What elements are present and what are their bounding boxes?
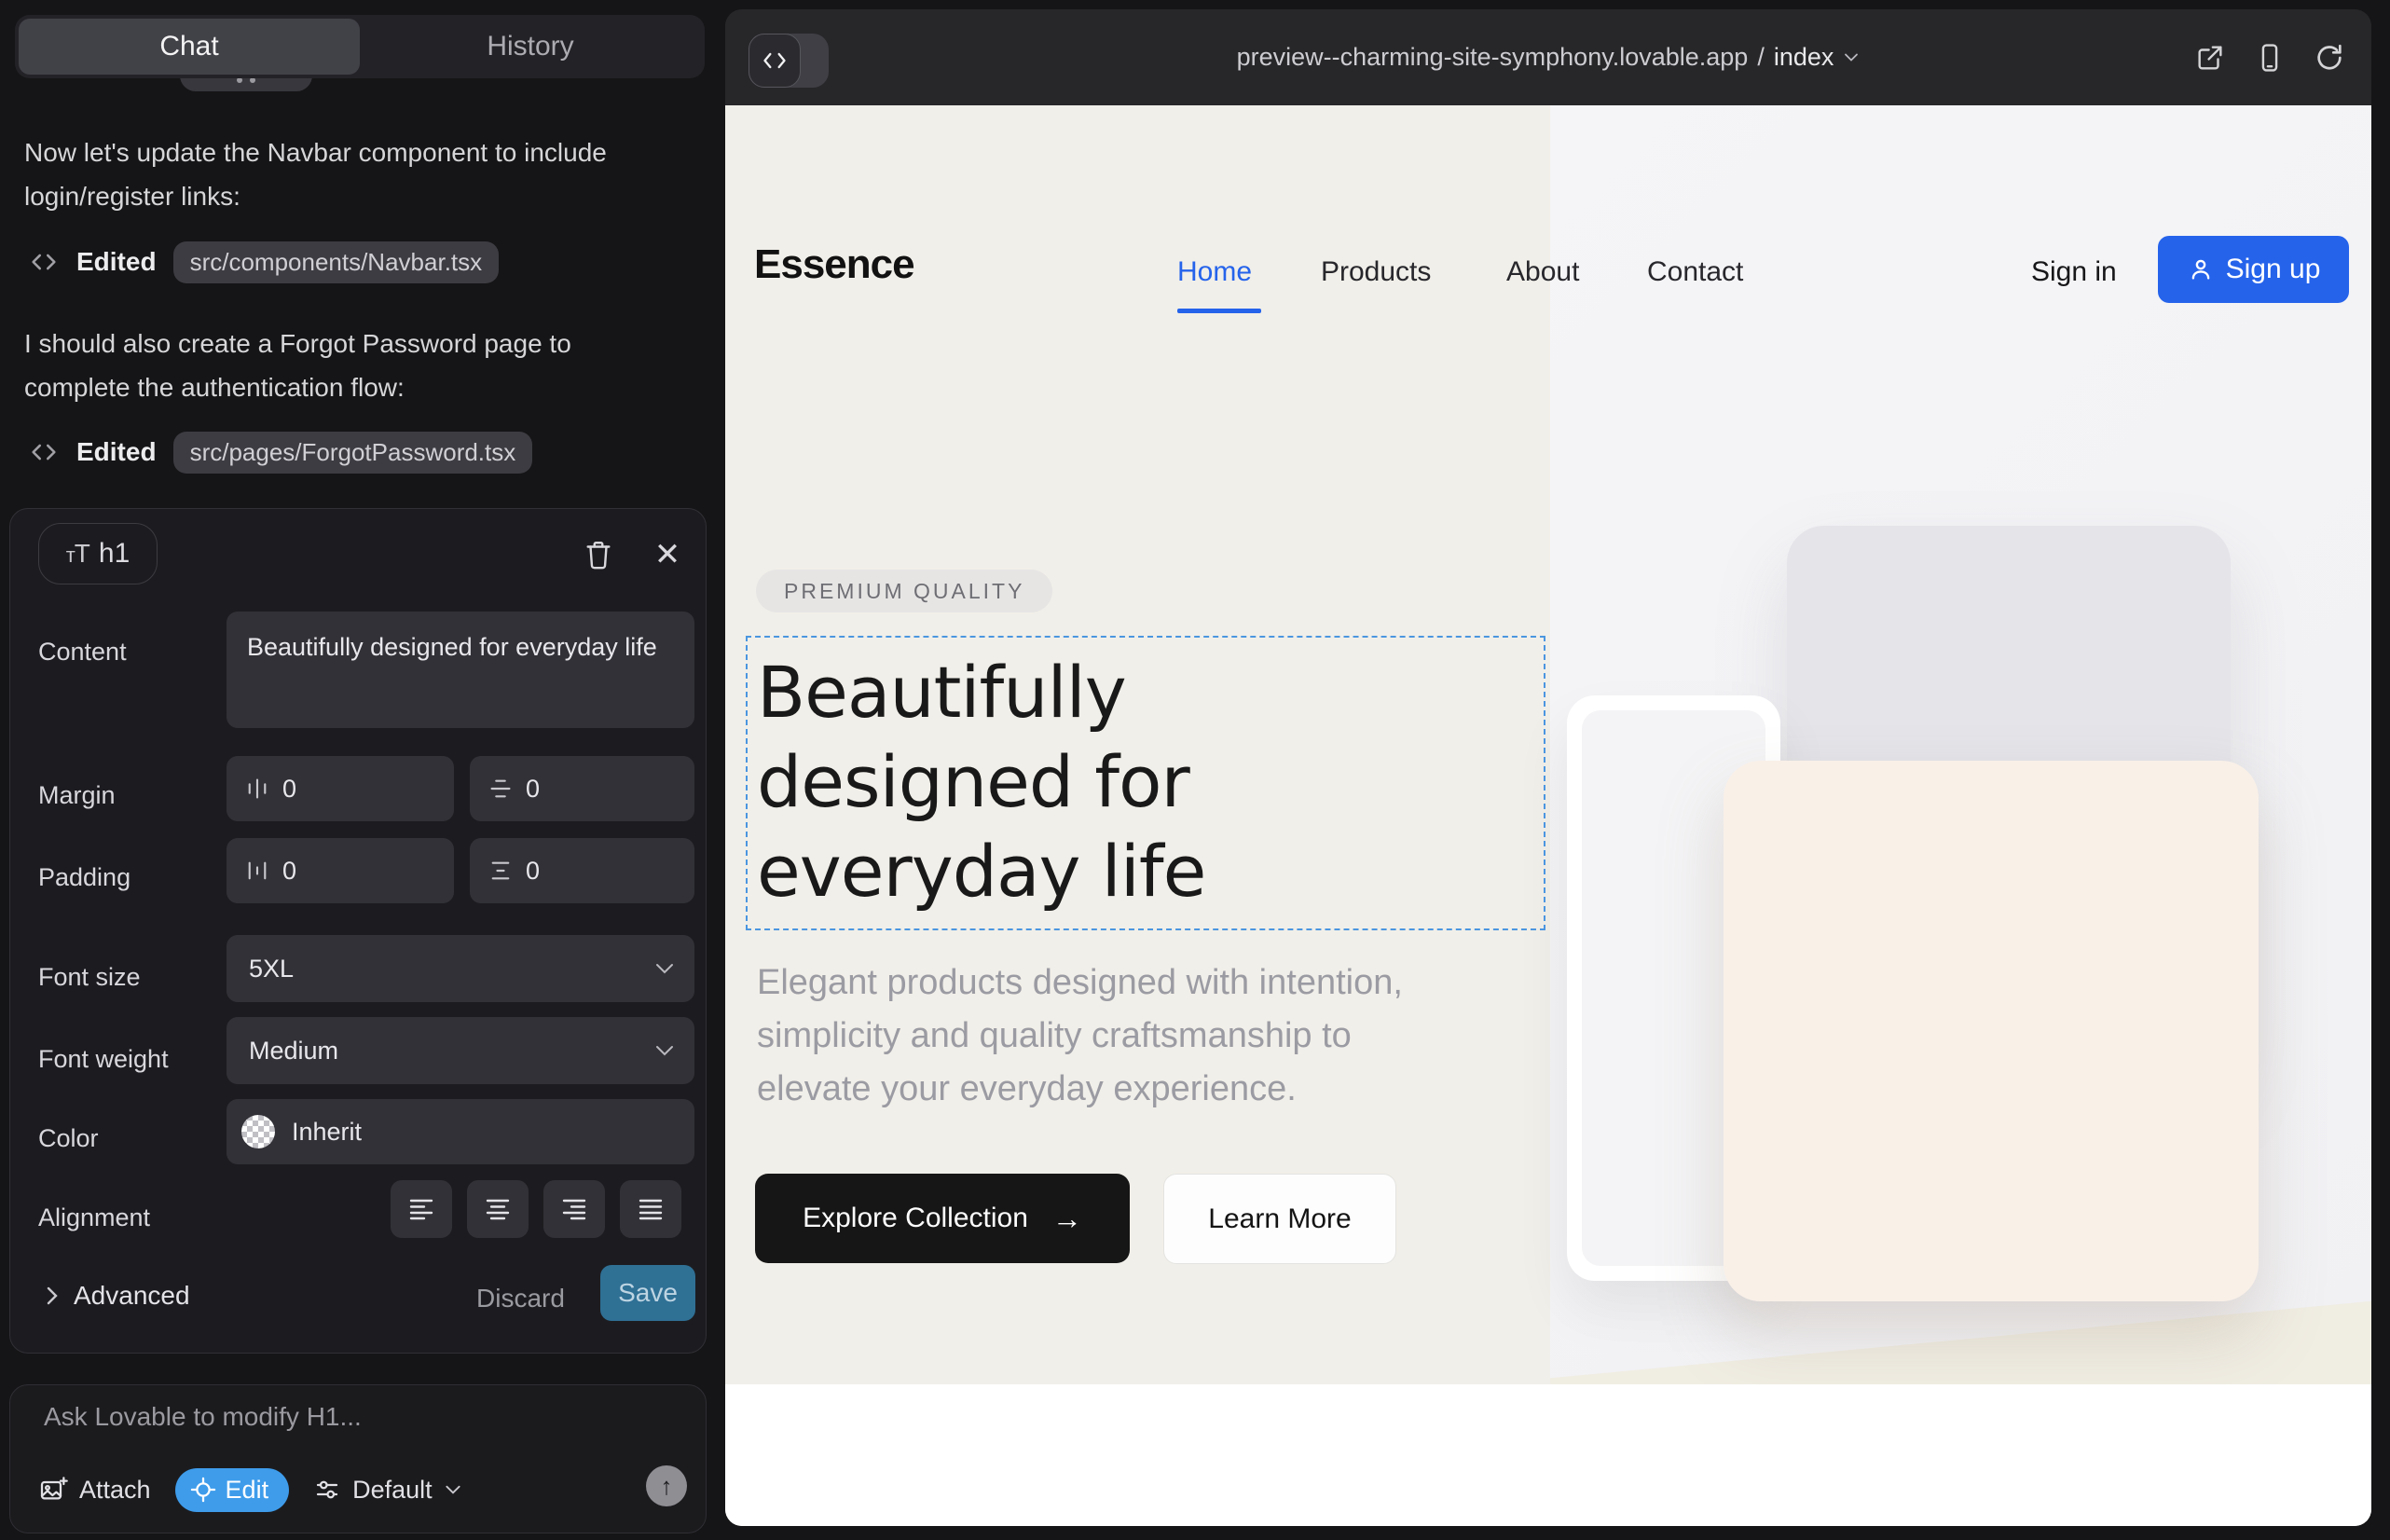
- crosshair-icon: [190, 1477, 216, 1503]
- edited-label: Edited: [76, 437, 157, 467]
- element-tag-badge: тT h1: [38, 523, 158, 584]
- edited-file-row: Edited src/pages/ForgotPassword.tsx: [28, 431, 532, 474]
- composer-input[interactable]: [44, 1402, 659, 1449]
- send-button[interactable]: ↑: [646, 1465, 687, 1506]
- active-nav-underline: [1177, 309, 1261, 313]
- edited-file-row: Edited src/components/Navbar.tsx: [28, 241, 499, 283]
- mobile-view-button[interactable]: [2254, 42, 2286, 74]
- refresh-button[interactable]: [2314, 42, 2345, 74]
- site-brand[interactable]: Essence: [754, 241, 914, 288]
- discard-button[interactable]: Discard: [476, 1284, 565, 1313]
- chevron-down-icon: [444, 1484, 462, 1495]
- margin-x-input[interactable]: 0: [227, 756, 454, 821]
- nav-link-products[interactable]: Products: [1321, 256, 1431, 288]
- content-input[interactable]: Beautifully designed for everyday life: [227, 612, 694, 728]
- assistant-message: Now let's update the Navbar component to…: [24, 131, 667, 218]
- align-left-button[interactable]: [391, 1180, 452, 1238]
- align-center-button[interactable]: [467, 1180, 529, 1238]
- sign-up-button[interactable]: Sign up: [2158, 236, 2349, 303]
- chevron-down-icon: [653, 1044, 676, 1057]
- edited-file-chip[interactable]: src/components/Navbar.tsx: [173, 241, 500, 283]
- explore-collection-button[interactable]: Explore Collection →: [755, 1174, 1130, 1263]
- delete-element-button[interactable]: [577, 533, 620, 576]
- padding-x-input[interactable]: 0: [227, 838, 454, 903]
- element-tag: h1: [99, 538, 130, 570]
- chat-panel: Chat History Now let's update the Navbar…: [0, 0, 725, 1540]
- margin-y-input[interactable]: 0: [470, 756, 694, 821]
- chevron-down-icon: [653, 962, 676, 975]
- align-justify-button[interactable]: [620, 1180, 681, 1238]
- preview-topbar: preview--charming-site-symphony.lovable.…: [725, 9, 2371, 105]
- lovable-app: Chat History Now let's update the Navbar…: [0, 0, 2390, 1540]
- color-label: Color: [38, 1124, 99, 1153]
- alignment-label: Alignment: [38, 1203, 150, 1232]
- align-right-button[interactable]: [543, 1180, 605, 1238]
- open-external-button[interactable]: [2194, 42, 2226, 74]
- margin-label: Margin: [38, 781, 116, 810]
- premium-quality-badge: PREMIUM QUALITY: [756, 570, 1052, 612]
- font-size-select[interactable]: 5XL: [227, 935, 694, 1002]
- sliders-icon: [313, 1476, 341, 1504]
- sign-in-link[interactable]: Sign in: [2031, 256, 2117, 288]
- nav-link-home[interactable]: Home: [1177, 256, 1252, 288]
- save-button[interactable]: Save: [600, 1265, 695, 1321]
- site-canvas: Essence Home Products About Contact Sign…: [725, 105, 2371, 1526]
- margin-vertical-icon: [488, 777, 513, 801]
- padding-label: Padding: [38, 863, 130, 892]
- learn-more-button[interactable]: Learn More: [1163, 1174, 1396, 1264]
- tab-history[interactable]: History: [360, 19, 701, 75]
- hero-paragraph: Elegant products designed with intention…: [757, 956, 1403, 1116]
- chevron-down-icon: [1843, 52, 1860, 62]
- element-editor-panel: тT h1 ✕ Content Beautifully designed for…: [9, 508, 707, 1354]
- font-size-label: Font size: [38, 963, 141, 992]
- chevron-right-icon: [44, 1284, 61, 1308]
- chat-history-tabs: Chat History: [15, 15, 705, 78]
- close-panel-button[interactable]: ✕: [646, 533, 689, 576]
- arrow-right-icon: →: [1052, 1202, 1082, 1236]
- preview-window: preview--charming-site-symphony.lovable.…: [725, 9, 2371, 1526]
- font-weight-label: Font weight: [38, 1045, 169, 1074]
- code-icon: [28, 246, 60, 278]
- assistant-message: I should also create a Forgot Password p…: [24, 322, 667, 409]
- edited-file-chip[interactable]: src/pages/ForgotPassword.tsx: [173, 432, 533, 474]
- next-section-background: [725, 1384, 2371, 1526]
- edit-mode-button[interactable]: Edit: [175, 1468, 290, 1512]
- padding-vertical-icon: [488, 859, 513, 883]
- color-swatch: [241, 1115, 275, 1148]
- edited-label: Edited: [76, 247, 157, 277]
- preview-url[interactable]: preview--charming-site-symphony.lovable.…: [725, 9, 2371, 105]
- margin-horizontal-icon: [245, 777, 269, 801]
- font-weight-select[interactable]: Medium: [227, 1017, 694, 1084]
- advanced-toggle[interactable]: Advanced: [44, 1281, 190, 1311]
- padding-y-input[interactable]: 0: [470, 838, 694, 903]
- composer-toolbar: Attach Edit Default: [38, 1465, 683, 1514]
- code-icon: [28, 436, 60, 468]
- user-icon: [2187, 255, 2215, 283]
- color-select[interactable]: Inherit: [227, 1099, 694, 1164]
- padding-horizontal-icon: [245, 859, 269, 883]
- tab-chat[interactable]: Chat: [19, 19, 360, 75]
- attach-button[interactable]: Attach: [38, 1475, 151, 1505]
- model-default-select[interactable]: Default: [313, 1476, 462, 1505]
- nav-link-contact[interactable]: Contact: [1647, 256, 1743, 288]
- nav-link-about[interactable]: About: [1506, 256, 1579, 288]
- topbar-actions: [2194, 9, 2345, 105]
- content-label: Content: [38, 638, 127, 667]
- chat-composer: Attach Edit Default ↑: [9, 1384, 707, 1533]
- text-type-icon: тT: [66, 539, 89, 569]
- decorative-card-cream: [1724, 761, 2259, 1301]
- hero-heading[interactable]: Beautifully designed for everyday life: [757, 648, 1205, 916]
- attach-image-icon: [38, 1475, 68, 1505]
